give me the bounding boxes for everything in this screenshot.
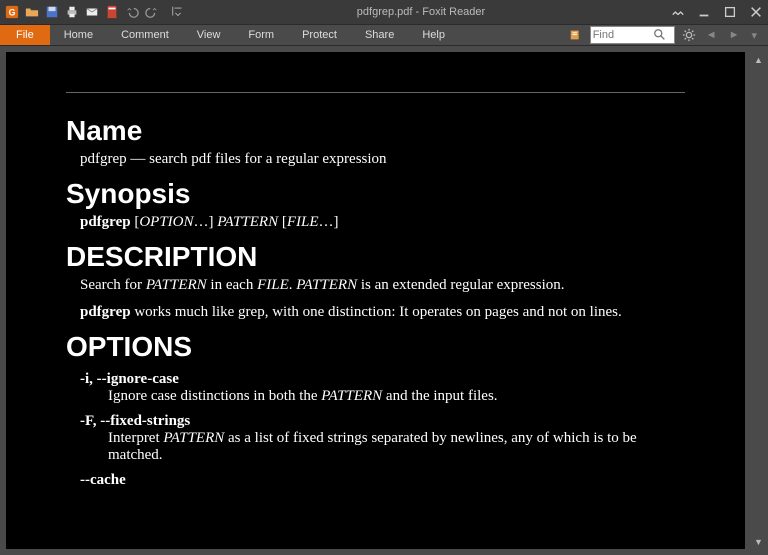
menu-file[interactable]: File (0, 25, 50, 45)
quick-access-toolbar: G (4, 4, 186, 20)
window-controls (670, 4, 764, 20)
minimize-icon[interactable] (696, 4, 712, 20)
window-title: pdfgrep.pdf - Foxit Reader (357, 6, 485, 18)
form-highlight-icon[interactable] (568, 27, 584, 43)
option-fixed-strings: -F, --fixed-strings (80, 413, 685, 430)
heading-options: OPTIONS (66, 331, 685, 363)
name-line: pdfgrep — search pdf files for a regular… (80, 151, 685, 168)
ribbon-toggle-icon[interactable] (670, 4, 686, 20)
page-rule (66, 92, 685, 93)
option-ignore-case-desc: Ignore case distinctions in both the PAT… (108, 388, 685, 405)
menu-form[interactable]: Form (234, 25, 288, 45)
menu-comment[interactable]: Comment (107, 25, 183, 45)
redo-icon[interactable] (144, 4, 160, 20)
desc-line-2: pdfgrep works much like grep, with one d… (80, 304, 685, 321)
desc-line-1: Search for PATTERN in each FILE. PATTERN… (80, 277, 685, 294)
option-ignore-case: -i, --ignore-case (80, 371, 685, 388)
option-cache: --cache (80, 472, 685, 489)
print-icon[interactable] (64, 4, 80, 20)
settings-gear-icon[interactable] (681, 27, 697, 43)
undo-icon[interactable] (124, 4, 140, 20)
pdf-icon[interactable] (104, 4, 120, 20)
open-icon[interactable] (24, 4, 40, 20)
synopsis-line: pdfgrep [OPTION…] PATTERN [FILE…] (80, 214, 685, 231)
find-prev-icon[interactable]: ◄ (703, 29, 720, 41)
menu-bar: File Home Comment View Form Protect Shar… (0, 24, 768, 46)
menu-view[interactable]: View (183, 25, 235, 45)
email-icon[interactable] (84, 4, 100, 20)
qat-dropdown-icon[interactable] (170, 4, 186, 20)
search-box[interactable] (590, 26, 675, 44)
search-icon[interactable] (653, 28, 667, 42)
menu-help[interactable]: Help (408, 25, 459, 45)
svg-text:G: G (9, 8, 16, 18)
option-fixed-strings-desc: Interpret PATTERN as a list of fixed str… (108, 430, 685, 464)
menu-chevron-icon[interactable]: ▾ (748, 29, 760, 42)
menu-home[interactable]: Home (50, 25, 107, 45)
save-icon[interactable] (44, 4, 60, 20)
document-viewport: Name pdfgrep — search pdf files for a re… (0, 46, 768, 555)
menu-protect[interactable]: Protect (288, 25, 351, 45)
maximize-icon[interactable] (722, 4, 738, 20)
search-input[interactable] (593, 29, 653, 41)
syn-cmd: pdfgrep (80, 214, 131, 230)
app-icon: G (4, 4, 20, 20)
menu-share[interactable]: Share (351, 25, 408, 45)
menu-right-tools: ◄ ► ▾ (568, 25, 768, 45)
scroll-down-icon[interactable]: ▼ (751, 534, 766, 549)
scroll-up-icon[interactable]: ▲ (751, 52, 766, 67)
heading-description: DESCRIPTION (66, 241, 685, 273)
find-next-icon[interactable]: ► (726, 29, 743, 41)
close-icon[interactable] (748, 4, 764, 20)
heading-synopsis: Synopsis (66, 178, 685, 210)
vertical-scrollbar[interactable]: ▲ ▼ (751, 52, 766, 549)
pdf-page: Name pdfgrep — search pdf files for a re… (6, 52, 745, 549)
heading-name: Name (66, 115, 685, 147)
title-bar: G pdfgrep.pdf - Foxit Reader (0, 0, 768, 24)
